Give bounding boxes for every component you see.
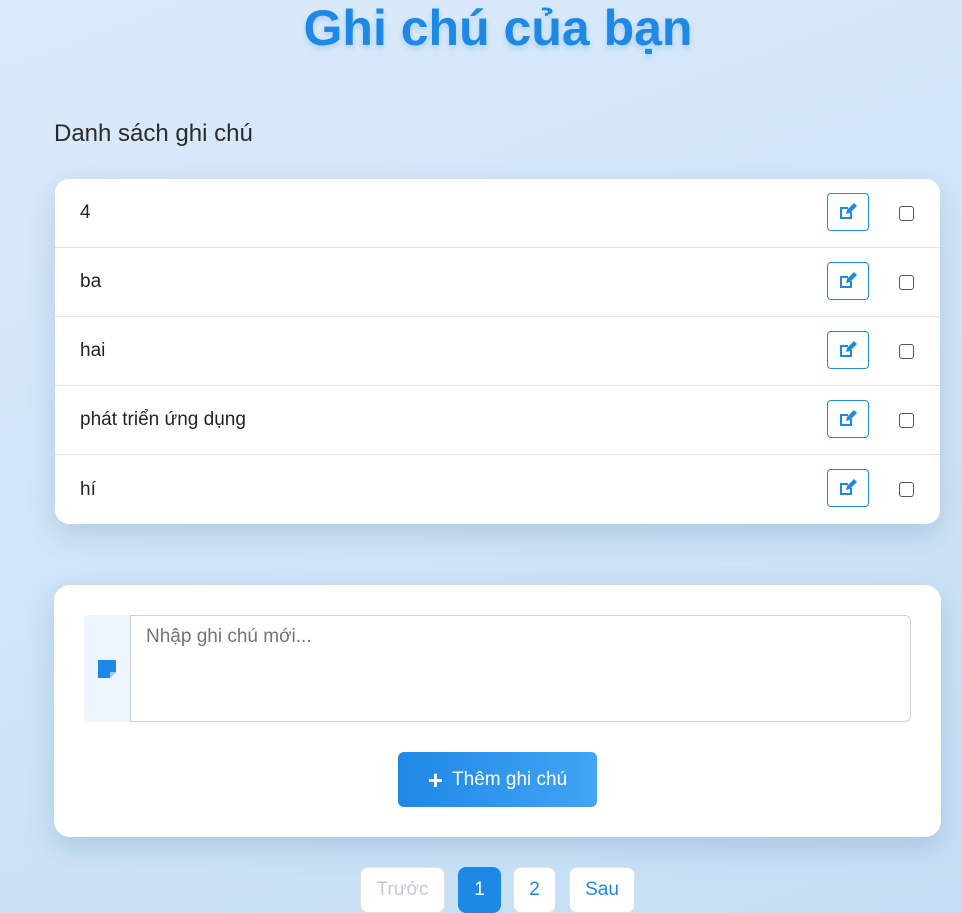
next-page-button[interactable]: Sau: [569, 867, 635, 913]
sticky-note-icon: [98, 659, 116, 678]
page-title: Ghi chú của bạn: [303, 0, 693, 56]
add-note-button[interactable]: + Thêm ghi chú: [398, 752, 597, 807]
note-row: phát triển ứng dụng: [55, 386, 940, 455]
note-input-group: [84, 615, 911, 722]
edit-note-button[interactable]: [827, 400, 869, 438]
note-checkbox[interactable]: [899, 344, 914, 359]
note-checkbox[interactable]: [899, 206, 914, 221]
page-button-2[interactable]: 2: [513, 867, 556, 913]
edit-icon: [840, 479, 857, 495]
edit-icon: [840, 272, 857, 288]
note-row: hai: [55, 317, 940, 386]
edit-icon: [840, 203, 857, 219]
note-text: hai: [80, 340, 106, 361]
add-note-label: Thêm ghi chú: [452, 768, 568, 790]
input-addon: [84, 615, 130, 722]
note-text: 4: [80, 202, 91, 223]
notes-section-heading: Danh sách ghi chú: [54, 120, 253, 147]
note-row: hí: [55, 455, 940, 524]
note-text: phát triển ứng dụng: [80, 409, 246, 430]
note-row: 4: [55, 179, 940, 248]
page-button-1[interactable]: 1: [458, 867, 501, 913]
plus-icon: +: [427, 764, 444, 795]
note-text: ba: [80, 271, 102, 292]
edit-icon: [840, 410, 857, 426]
note-text: hí: [80, 478, 96, 500]
prev-page-button[interactable]: Trước: [360, 867, 445, 913]
edit-note-button[interactable]: [827, 469, 869, 507]
edit-note-button[interactable]: [827, 193, 869, 231]
new-note-input[interactable]: [130, 615, 911, 722]
edit-icon: [840, 341, 857, 357]
note-checkbox[interactable]: [899, 413, 914, 428]
note-checkbox[interactable]: [899, 275, 914, 290]
edit-note-button[interactable]: [827, 331, 869, 369]
note-checkbox[interactable]: [899, 482, 914, 497]
edit-note-button[interactable]: [827, 262, 869, 300]
note-row: ba: [55, 248, 940, 317]
notes-list: 4 ba hai phát triển ứng dụng hí: [55, 179, 940, 524]
add-note-card: + Thêm ghi chú: [54, 585, 941, 837]
